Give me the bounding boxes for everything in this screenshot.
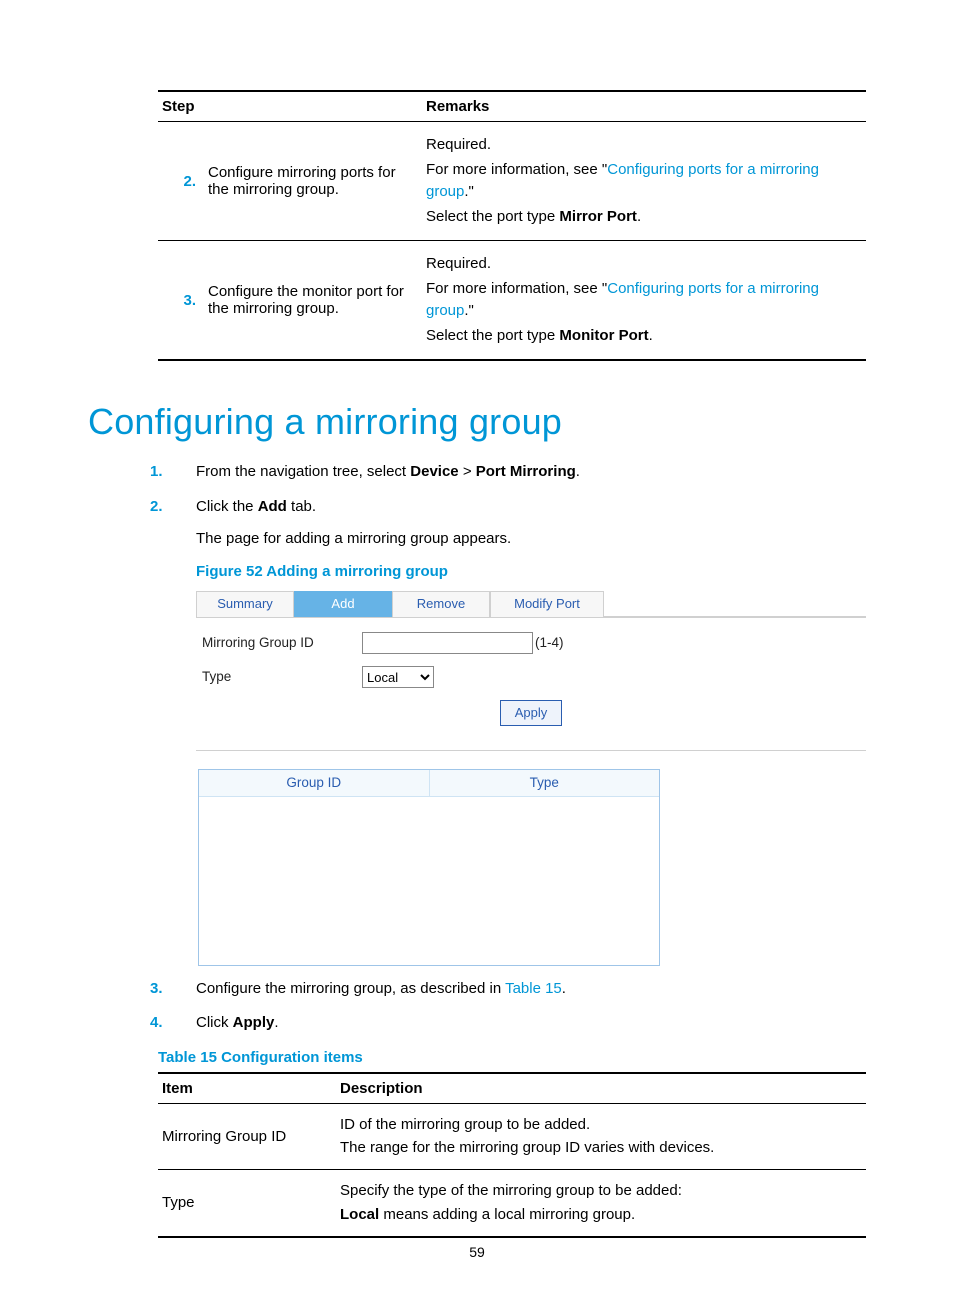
section-heading: Configuring a mirroring group: [88, 401, 866, 443]
page-number: 59: [0, 1244, 954, 1260]
col-step-header: Step: [158, 91, 422, 122]
table-row: Mirroring Group ID ID of the mirroring g…: [158, 1103, 866, 1170]
tab-add[interactable]: Add: [294, 591, 392, 617]
tab-summary[interactable]: Summary: [196, 591, 294, 617]
list-item: 1. From the navigation tree, select Devi…: [150, 461, 866, 484]
cell-desc: ID of the mirroring group to be added. T…: [336, 1103, 866, 1170]
cell-desc: Specify the type of the mirroring group …: [336, 1170, 866, 1237]
step-text: Configure the monitor port for the mirro…: [204, 241, 422, 361]
tab-remove[interactable]: Remove: [392, 591, 490, 617]
label-group-id: Mirroring Group ID: [202, 633, 362, 653]
figure-52: Summary Add Remove Modify Port Mirroring…: [196, 591, 866, 966]
tab-bar: Summary Add Remove Modify Port: [196, 591, 866, 617]
list-item: 3. Configure the mirroring group, as des…: [150, 978, 866, 1001]
tab-modify-port[interactable]: Modify Port: [490, 591, 604, 617]
grid-col-type: Type: [430, 770, 660, 796]
list-item: 4. Click Apply.: [150, 1012, 866, 1035]
table-row: 3. Configure the monitor port for the mi…: [158, 241, 866, 361]
step-marker: 3.: [150, 978, 163, 1001]
step-remarks: Required. For more information, see "Con…: [422, 241, 866, 361]
select-type[interactable]: Local: [362, 666, 434, 688]
figure-caption: Figure 52 Adding a mirroring group: [196, 561, 866, 584]
input-group-id[interactable]: [362, 632, 533, 654]
step-number: 2.: [158, 122, 204, 241]
cell-item: Mirroring Group ID: [158, 1103, 336, 1170]
grid-body-empty: [199, 796, 659, 965]
apply-button[interactable]: Apply: [500, 700, 563, 726]
results-grid: Group ID Type: [198, 769, 660, 966]
step-text: Configure mirroring ports for the mirror…: [204, 122, 422, 241]
step-number: 3.: [158, 241, 204, 361]
table-row: 2. Configure mirroring ports for the mir…: [158, 122, 866, 241]
link-table-15[interactable]: Table 15: [505, 980, 562, 997]
cell-item: Type: [158, 1170, 336, 1237]
tab-body: Mirroring Group ID (1-4) Type Local Appl…: [196, 617, 866, 740]
step-marker: 1.: [150, 461, 163, 484]
step-marker: 2.: [150, 496, 163, 519]
table15-caption: Table 15 Configuration items: [158, 1049, 866, 1066]
table-row: Type Specify the type of the mirroring g…: [158, 1170, 866, 1237]
list-item: 2. Click the Add tab. The page for addin…: [150, 496, 866, 966]
step-remarks-table: Step Remarks 2. Configure mirroring port…: [158, 90, 866, 361]
grid-col-group-id: Group ID: [199, 770, 430, 796]
col-item-header: Item: [158, 1073, 336, 1104]
step-remarks: Required. For more information, see "Con…: [422, 122, 866, 241]
steps-list-cont: 3. Configure the mirroring group, as des…: [150, 978, 866, 1035]
steps-list: 1. From the navigation tree, select Devi…: [150, 461, 866, 966]
step-marker: 4.: [150, 1012, 163, 1035]
table15: Item Description Mirroring Group ID ID o…: [158, 1072, 866, 1238]
label-type: Type: [202, 667, 362, 687]
col-remarks-header: Remarks: [422, 91, 866, 122]
hint-group-id: (1-4): [535, 633, 564, 653]
col-desc-header: Description: [336, 1073, 866, 1104]
